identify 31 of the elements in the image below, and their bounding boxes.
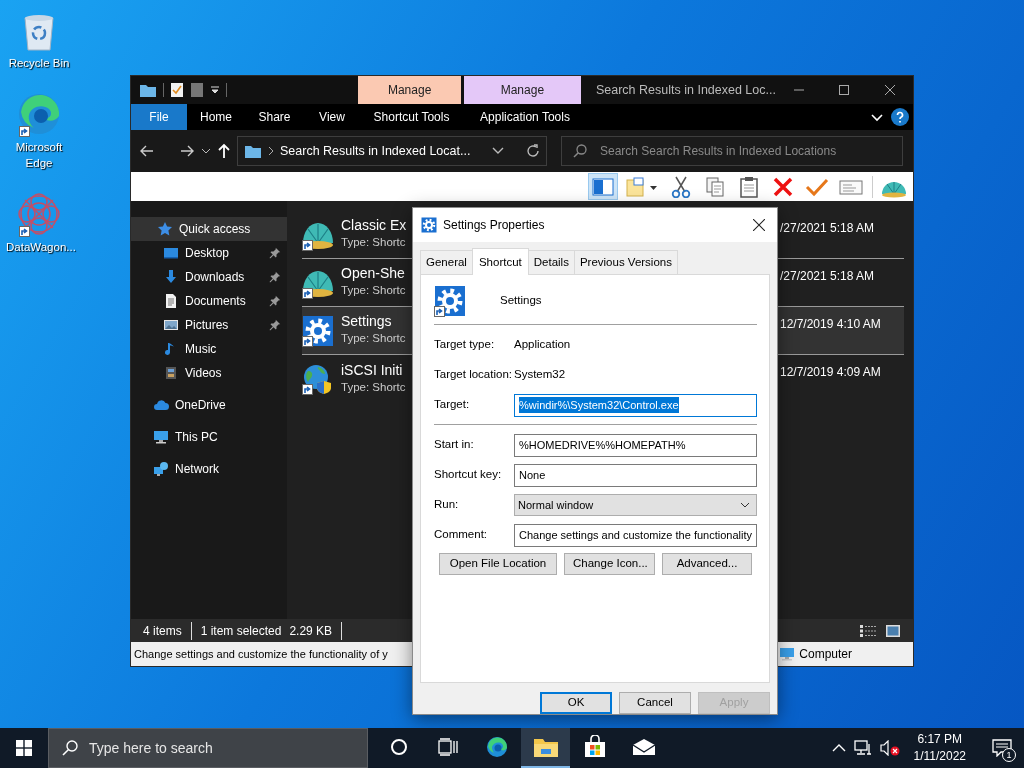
file-date: 12/7/2019 4:10 AM (780, 316, 882, 333)
field-label: Run: (434, 497, 460, 513)
field-label: Start in: (434, 437, 475, 453)
item-description: Change settings and customize the functionality of y (134, 646, 388, 662)
status-text: 2.29 KB (289, 621, 343, 640)
file-date: 12/7/2019 4:09 AM (780, 364, 882, 381)
field-value: Application (514, 337, 571, 353)
field-label: Comment: (434, 527, 489, 543)
status-text: 4 items (143, 621, 192, 640)
shortcut-name: Settings (500, 293, 542, 309)
file-type: Type: Shortc (341, 235, 407, 251)
file-name: Settings (341, 313, 393, 331)
field-label: Target type: (434, 337, 496, 353)
field-value: System32 (514, 367, 566, 383)
file-date: /27/2021 5:18 AM (780, 220, 876, 237)
field-label: Shortcut key: (434, 467, 503, 483)
file-type: Type: Shortc (341, 331, 407, 347)
file-name: iSCSI Initi (341, 361, 404, 379)
tool-group-header: Manage (463, 76, 581, 104)
location-label: Computer (799, 646, 852, 663)
dialog-title: Settings Properties (443, 216, 546, 234)
status-text: 1 item selected (200, 622, 282, 640)
tool-group-header: Manage (358, 76, 461, 104)
file-type: Type: Shortc (341, 283, 407, 299)
field-label: Target: (434, 397, 471, 413)
file-name: Classic Ex (341, 217, 408, 235)
field-label: Target location: (434, 367, 513, 383)
file-name: Open-She (341, 265, 406, 283)
file-type: Type: Shortc (341, 379, 407, 395)
window-title: Search Results in Indexed Loc... (594, 81, 776, 99)
file-date: /27/2021 5:18 AM (780, 268, 876, 285)
